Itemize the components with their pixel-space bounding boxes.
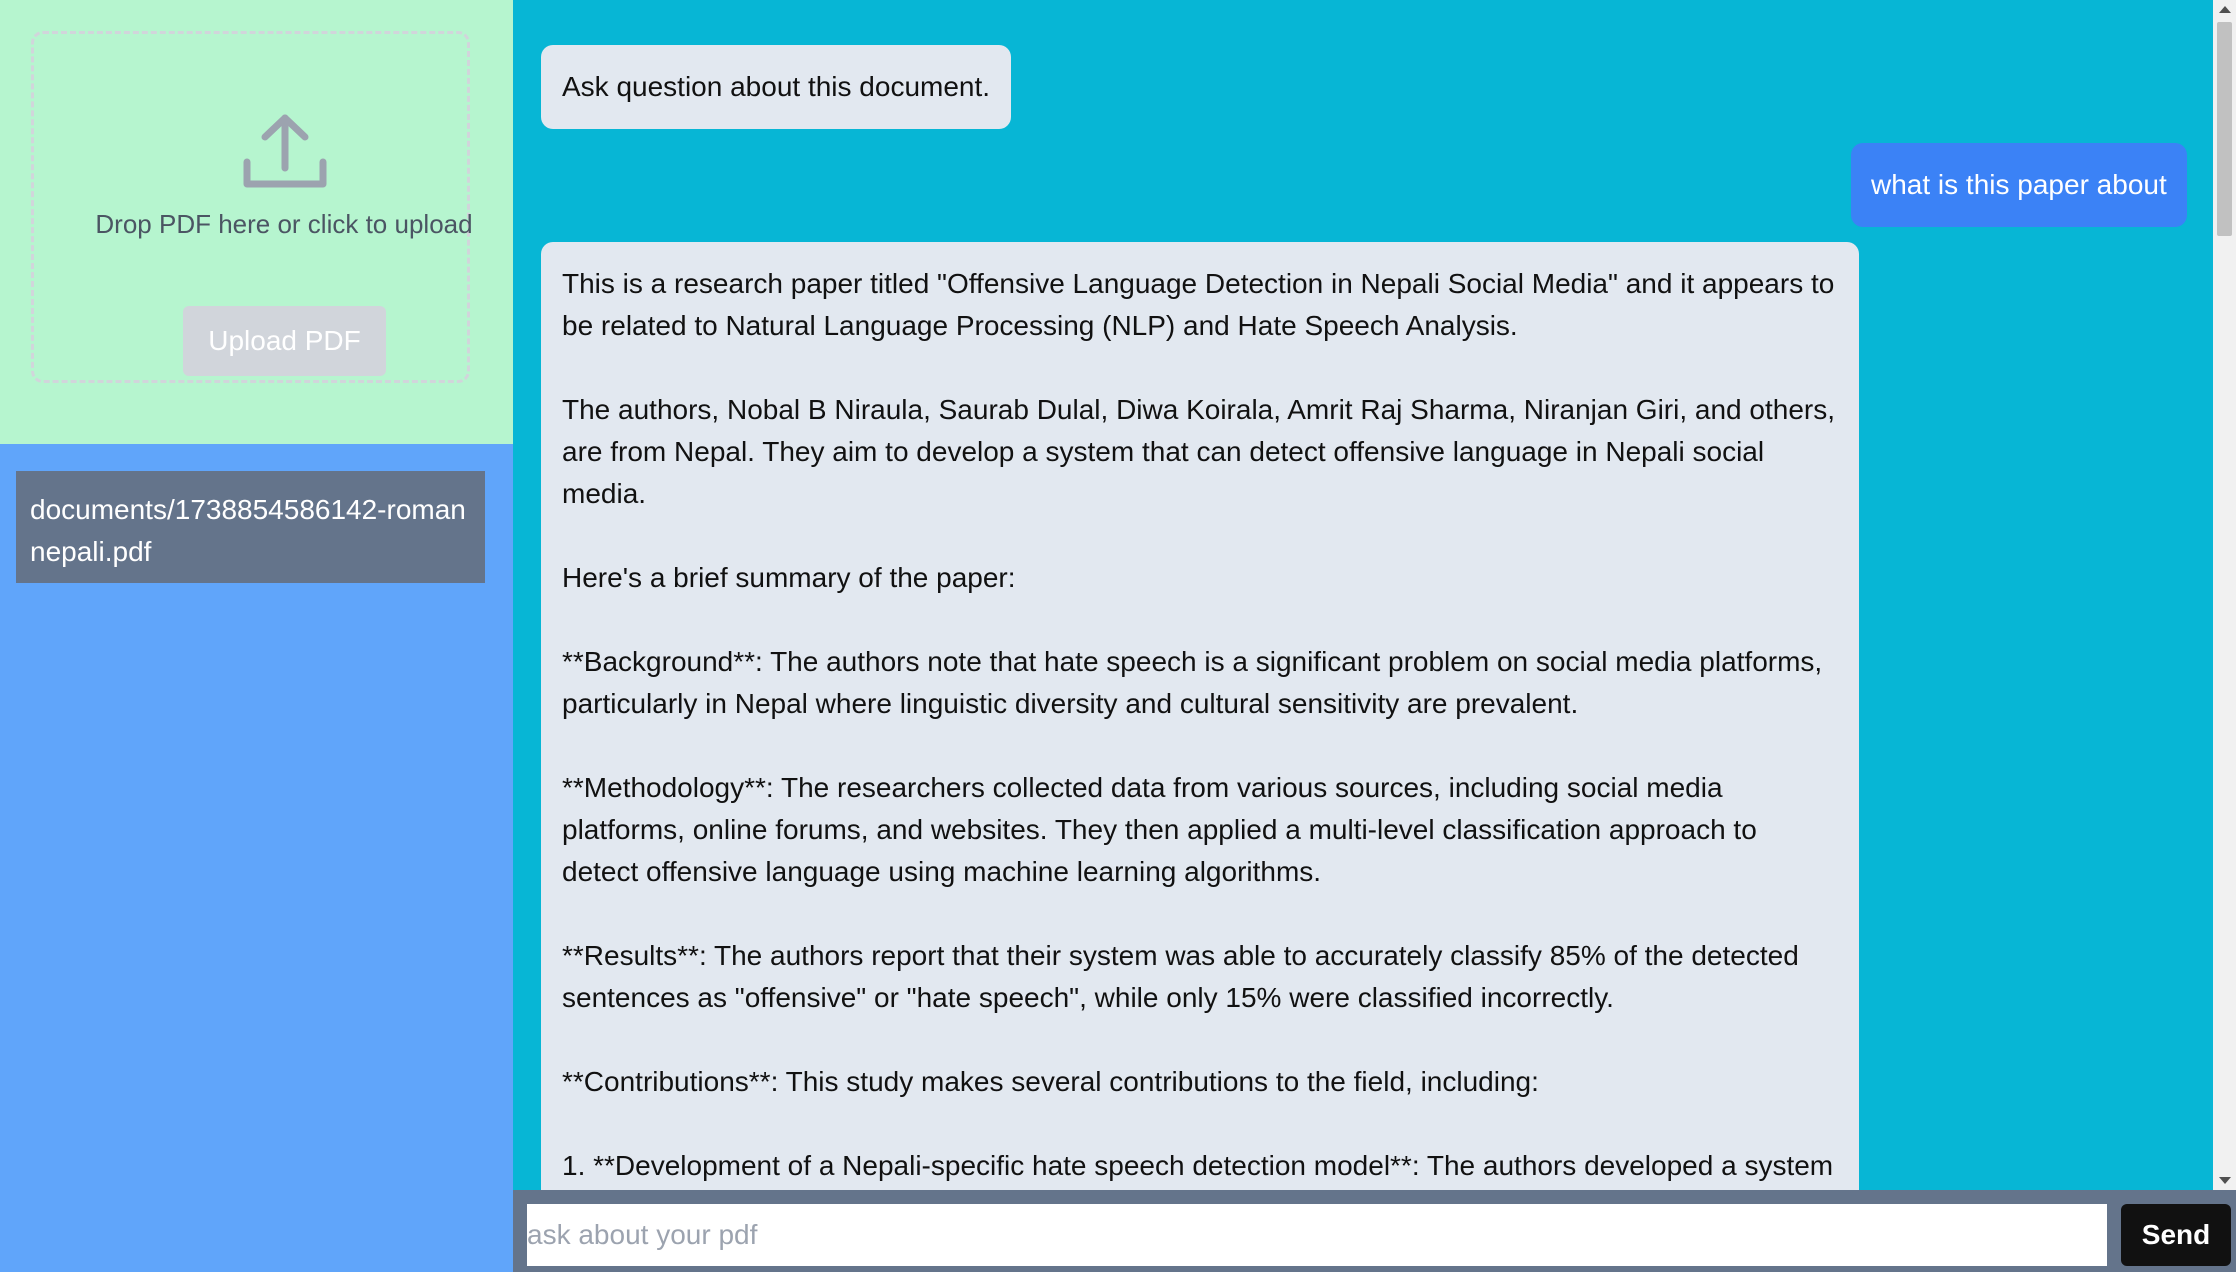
pdf-dropzone[interactable]: Drop PDF here or click to upload Upload … (31, 31, 473, 383)
upload-area: Drop PDF here or click to upload Upload … (0, 0, 513, 444)
assistant-paragraph: **Background**: The authors note that ha… (562, 646, 1823, 719)
send-button[interactable]: Send (2121, 1204, 2231, 1266)
assistant-paragraph: **Methodology**: The researchers collect… (562, 772, 1757, 887)
sidebar: Drop PDF here or click to upload Upload … (0, 0, 513, 1272)
upload-pdf-button[interactable]: Upload PDF (183, 306, 386, 376)
chat-scrollbar[interactable] (2213, 0, 2236, 1190)
scroll-down-arrow-icon[interactable] (2219, 1177, 2231, 1184)
system-message: Ask question about this document. (541, 45, 1012, 129)
assistant-paragraph: The authors, Nobal B Niraula, Saurab Dul… (562, 394, 1836, 509)
assistant-paragraph: **Results**: The authors report that the… (562, 940, 1799, 1013)
document-list-item[interactable]: documents/1738854586142-roman nepali.pdf (16, 471, 485, 583)
assistant-paragraph: 1. **Development of a Nepali-specific ha… (562, 1150, 1834, 1181)
scroll-up-arrow-icon[interactable] (2219, 6, 2231, 13)
assistant-message: This is a research paper titled "Offensi… (541, 242, 1859, 1190)
user-message: what is this paper about (1851, 143, 2187, 227)
assistant-paragraph: This is a research paper titled "Offensi… (562, 268, 1835, 341)
chat-panel: Ask question about this document. what i… (513, 0, 2213, 1190)
chat-input-bar: Send (513, 1190, 2236, 1272)
drop-instructions: Drop PDF here or click to upload (95, 209, 473, 239)
scrollbar-thumb[interactable] (2217, 22, 2232, 236)
upload-icon (243, 114, 327, 188)
assistant-paragraph: Here's a brief summary of the paper: (562, 562, 1016, 593)
chat-input[interactable] (527, 1204, 2107, 1266)
assistant-paragraph: **Contributions**: This study makes seve… (562, 1066, 1539, 1097)
